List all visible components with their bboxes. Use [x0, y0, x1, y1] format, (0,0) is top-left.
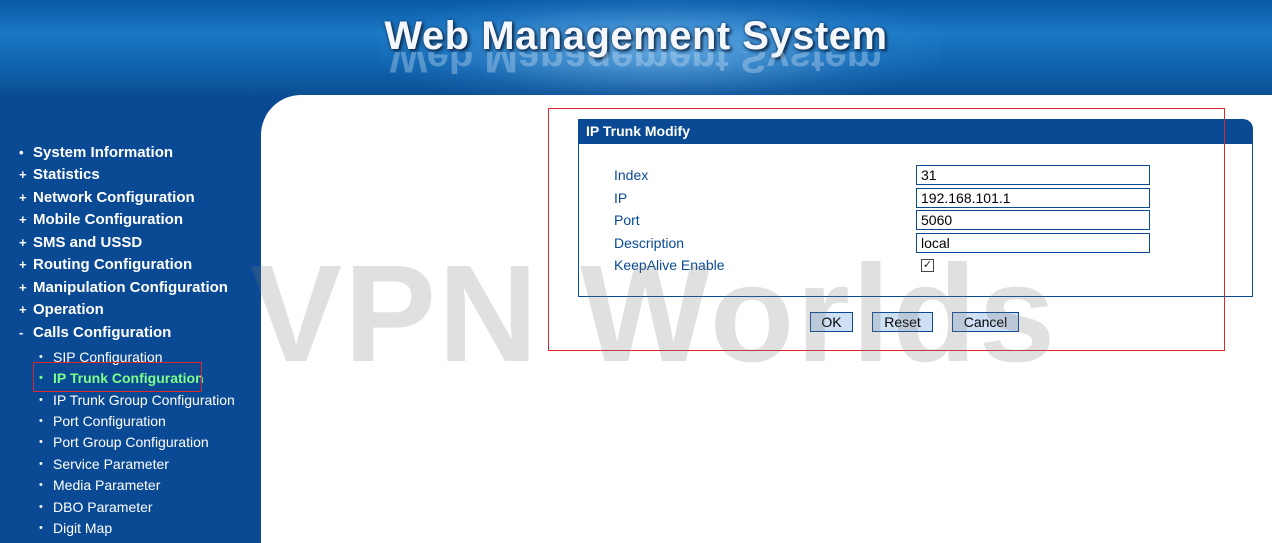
bullet-icon: • [39, 415, 43, 427]
sidebar-item-label: System Information [33, 143, 174, 161]
sidebar-item-routing-configuration[interactable]: + Routing Configuration [19, 254, 192, 274]
subitem-dbo-parameter[interactable]: • DBO Parameter [39, 498, 153, 516]
header-banner: Web Management System Web Management Sys… [0, 0, 1272, 95]
subitem-label: Digit Map [53, 520, 113, 536]
sidebar-item-network-configuration[interactable]: + Network Configuration [19, 187, 195, 207]
app-title-reflection: Web Management System [389, 52, 883, 78]
sidebar-item-mobile-configuration[interactable]: + Mobile Configuration [19, 209, 183, 229]
sidebar-item-label: Calls Configuration [33, 323, 172, 341]
expand-icon: + [19, 211, 27, 227]
subitem-label: DBO Parameter [53, 499, 153, 515]
active-item-highlight [33, 362, 202, 392]
sidebar-item-label: Manipulation Configuration [33, 278, 228, 296]
subitem-port-group-configuration[interactable]: • Port Group Configuration [39, 433, 209, 451]
sidebar-item-label: Operation [33, 300, 104, 318]
bullet-icon: • [39, 394, 43, 406]
expand-icon: + [19, 189, 27, 205]
sidebar-item-sms-and-ussd[interactable]: + SMS and USSD [19, 232, 142, 252]
highlight-annotation-box [548, 108, 1225, 351]
subitem-digit-map[interactable]: • Digit Map [39, 519, 112, 537]
expand-icon: + [19, 256, 27, 272]
subitem-ip-trunk-group-configuration[interactable]: • IP Trunk Group Configuration [39, 391, 235, 409]
bullet-icon: • [39, 458, 43, 470]
subitem-media-parameter[interactable]: • Media Parameter [39, 476, 160, 494]
bullet-icon: • [19, 144, 24, 160]
expand-icon: + [19, 234, 27, 250]
collapse-icon: - [19, 324, 24, 340]
sidebar-item-statistics[interactable]: + Statistics [19, 164, 100, 184]
expand-icon: + [19, 166, 27, 182]
bullet-icon: • [39, 522, 43, 534]
subitem-service-parameter[interactable]: • Service Parameter [39, 455, 169, 473]
subitem-label: Port Configuration [53, 413, 166, 429]
sidebar-item-operation[interactable]: + Operation [19, 299, 104, 319]
subitem-label: IP Trunk Group Configuration [53, 392, 235, 408]
bullet-icon: • [39, 501, 43, 513]
sidebar-item-label: SMS and USSD [33, 233, 143, 251]
subitem-label: Port Group Configuration [53, 434, 209, 450]
subitem-port-configuration[interactable]: • Port Configuration [39, 412, 166, 430]
subitem-label: Service Parameter [53, 456, 169, 472]
sidebar-item-label: Statistics [33, 165, 100, 183]
sidebar-item-label: Mobile Configuration [33, 210, 183, 228]
expand-icon: + [19, 279, 27, 295]
sidebar-item-label: Routing Configuration [33, 255, 193, 273]
sidebar-item-manipulation-configuration[interactable]: + Manipulation Configuration [19, 277, 228, 297]
sidebar-item-label: Network Configuration [33, 188, 195, 206]
expand-icon: + [19, 301, 27, 317]
sidebar-item-calls-configuration[interactable]: - Calls Configuration [19, 322, 171, 342]
bullet-icon: • [39, 479, 43, 491]
sidebar-item-system-information[interactable]: • System Information [19, 142, 173, 162]
bullet-icon: • [39, 436, 43, 448]
subitem-label: Media Parameter [53, 477, 161, 493]
